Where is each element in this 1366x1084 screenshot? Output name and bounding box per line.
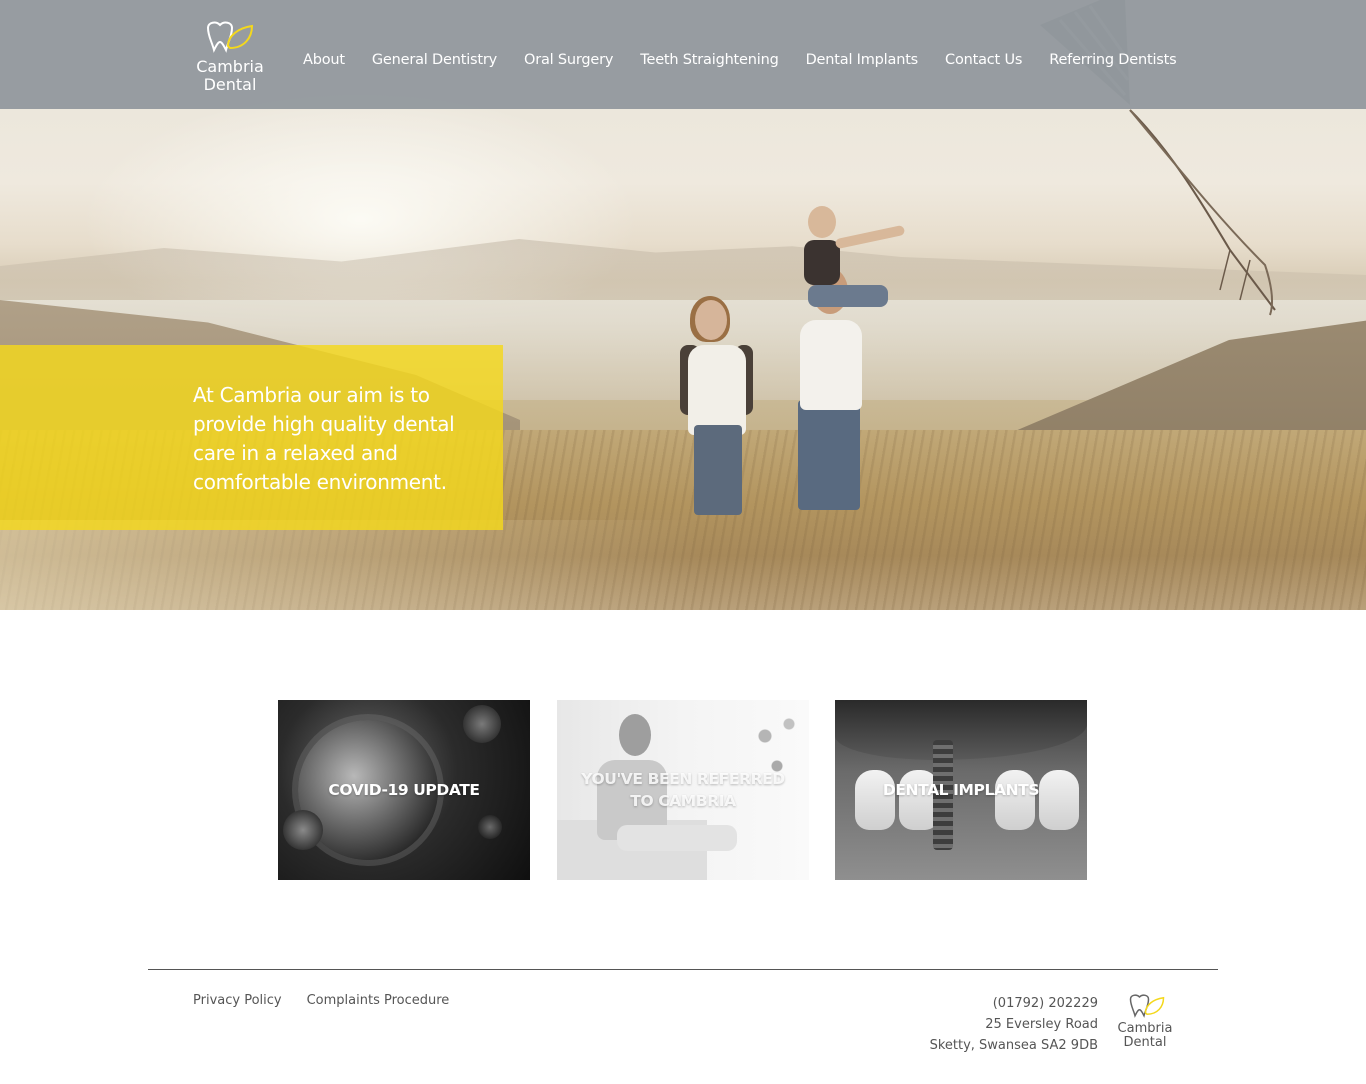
man-jeans	[798, 400, 860, 510]
nav-item-general-dentistry[interactable]: General Dentistry	[372, 52, 497, 78]
footer-logo-line-1: Cambria	[1117, 1021, 1173, 1036]
man-shirt	[800, 320, 862, 410]
footer-address-line-1: 25 Eversley Road	[985, 1017, 1098, 1032]
nav-item-referring-dentists[interactable]: Referring Dentists	[1049, 52, 1176, 78]
card-referred[interactable]: YOU'VE BEEN REFERRED TO CAMBRIA	[557, 700, 809, 880]
footer-divider	[148, 969, 1218, 970]
site-header: Cambria Dental About General Dentistry O…	[0, 0, 1366, 109]
card-label: DENTAL IMPLANTS	[882, 781, 1040, 799]
privacy-policy-link[interactable]: Privacy Policy	[193, 993, 282, 1008]
complaints-procedure-link[interactable]: Complaints Procedure	[307, 993, 450, 1008]
girl-body	[804, 240, 840, 285]
footer-contact: (01792) 202229 25 Eversley Road Sketty, …	[930, 993, 1098, 1056]
logo-wordmark: Cambria Dental	[190, 58, 270, 94]
footer-links: Privacy Policy Complaints Procedure	[193, 993, 474, 1008]
card-dental-implants[interactable]: DENTAL IMPLANTS	[835, 700, 1087, 880]
girl-head	[808, 206, 836, 238]
main-nav: About General Dentistry Oral Surgery Tee…	[303, 52, 1204, 78]
footer-phone[interactable]: (01792) 202229	[930, 993, 1098, 1014]
footer-logo-line-2: Dental	[1123, 1035, 1167, 1050]
nav-item-contact-us[interactable]: Contact Us	[945, 52, 1022, 78]
logo-line-2: Dental	[203, 75, 257, 94]
woman-shirt	[688, 345, 746, 435]
tooth-leaf-icon	[1129, 994, 1165, 1018]
hero-tagline: At Cambria our aim is to provide high qu…	[193, 383, 455, 494]
nav-item-teeth-straightening[interactable]: Teeth Straightening	[640, 52, 779, 78]
footer-logo[interactable]: Cambria Dental	[1114, 992, 1176, 1054]
footer-logo-wordmark: Cambria Dental	[1114, 1022, 1176, 1050]
nav-item-oral-surgery[interactable]: Oral Surgery	[524, 52, 613, 78]
card-covid-update[interactable]: COVID-19 UPDATE	[278, 700, 530, 880]
girl-legs	[808, 285, 888, 307]
nav-item-about[interactable]: About	[303, 52, 345, 78]
tooth-leaf-icon	[206, 21, 254, 53]
footer-address-line-2: Sketty, Swansea SA2 9DB	[929, 1038, 1098, 1053]
card-label: COVID-19 UPDATE	[328, 781, 480, 799]
woman-head	[695, 300, 727, 340]
nav-item-dental-implants[interactable]: Dental Implants	[806, 52, 919, 78]
logo-line-1: Cambria	[196, 57, 264, 76]
site-logo[interactable]: Cambria Dental	[190, 20, 270, 96]
woman-jeans	[694, 425, 742, 515]
girl-arm	[834, 224, 906, 250]
hero-grass-highlight	[0, 520, 700, 610]
card-label: YOU'VE BEEN REFERRED TO CAMBRIA	[581, 770, 785, 810]
